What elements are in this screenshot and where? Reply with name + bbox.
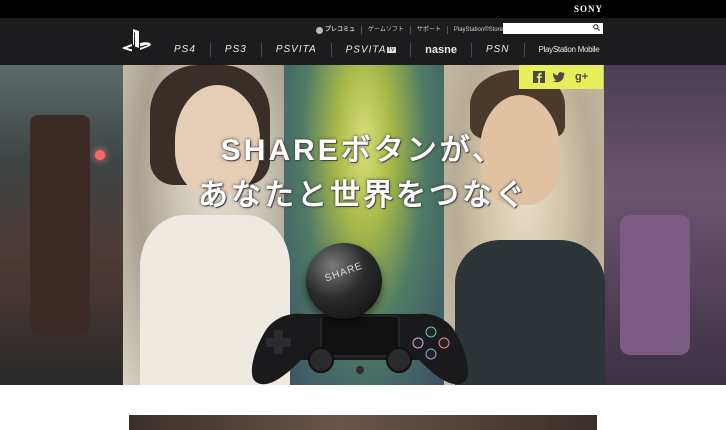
utility-link-gamesoft[interactable]: ゲームソフト: [361, 26, 410, 34]
utility-link-label: プレコミュ: [325, 27, 356, 33]
hero-banner[interactable]: SHAREボタンが、 あなたと世界をつなぐ g+ SHARE: [0, 65, 726, 385]
tv-badge: tv: [387, 47, 397, 53]
tab-psvita-tv[interactable]: PSVITA tv: [330, 43, 411, 57]
share-button-image: SHARE: [306, 243, 382, 319]
tab-ps3[interactable]: PS3: [209, 43, 261, 57]
utility-link-store[interactable]: PlayStation®Store: [446, 26, 509, 34]
facebook-icon[interactable]: [533, 71, 545, 83]
game-scene-robot: [620, 215, 690, 355]
search-icon[interactable]: [593, 24, 600, 31]
hero-headline-line1: SHAREボタンが、: [220, 134, 506, 167]
main-navigation: プレコミュ ゲームソフト サポート PlayStation®Store PS4 …: [0, 18, 726, 65]
content-preview-image[interactable]: [129, 415, 597, 430]
tab-psvita[interactable]: PSVITA: [260, 43, 331, 57]
platform-tabs: PS4 PS3 PSVITA PSVITA tv nasne PSN PlaySt…: [160, 43, 613, 57]
sony-logo[interactable]: SONY: [574, 4, 603, 14]
tab-nasne[interactable]: nasne: [410, 43, 471, 57]
utility-links: プレコミュ ゲームソフト サポート PlayStation®Store: [310, 24, 509, 36]
man-figure-body: [455, 240, 605, 385]
google-plus-icon[interactable]: g+: [575, 71, 588, 83]
hero-headline-line2: あなたと世界をつなぐ: [198, 179, 528, 212]
tab-psvita-tv-label: PSVITA: [345, 44, 387, 56]
social-share-bar: g+: [519, 65, 603, 89]
playcommu-icon: [316, 26, 323, 34]
tab-playstation-mobile[interactable]: PlayStation Mobile: [523, 43, 614, 57]
share-button-label: SHARE: [323, 260, 365, 285]
playstation-logo-icon[interactable]: [122, 28, 154, 54]
tab-ps4[interactable]: PS4: [160, 43, 210, 57]
search-input[interactable]: [503, 23, 603, 34]
twitter-icon[interactable]: [553, 71, 565, 83]
sony-topbar: SONY: [0, 0, 726, 18]
utility-link-support[interactable]: サポート: [409, 26, 447, 34]
utility-link-playcommu[interactable]: プレコミュ: [310, 26, 361, 34]
tab-psn[interactable]: PSN: [470, 43, 524, 57]
